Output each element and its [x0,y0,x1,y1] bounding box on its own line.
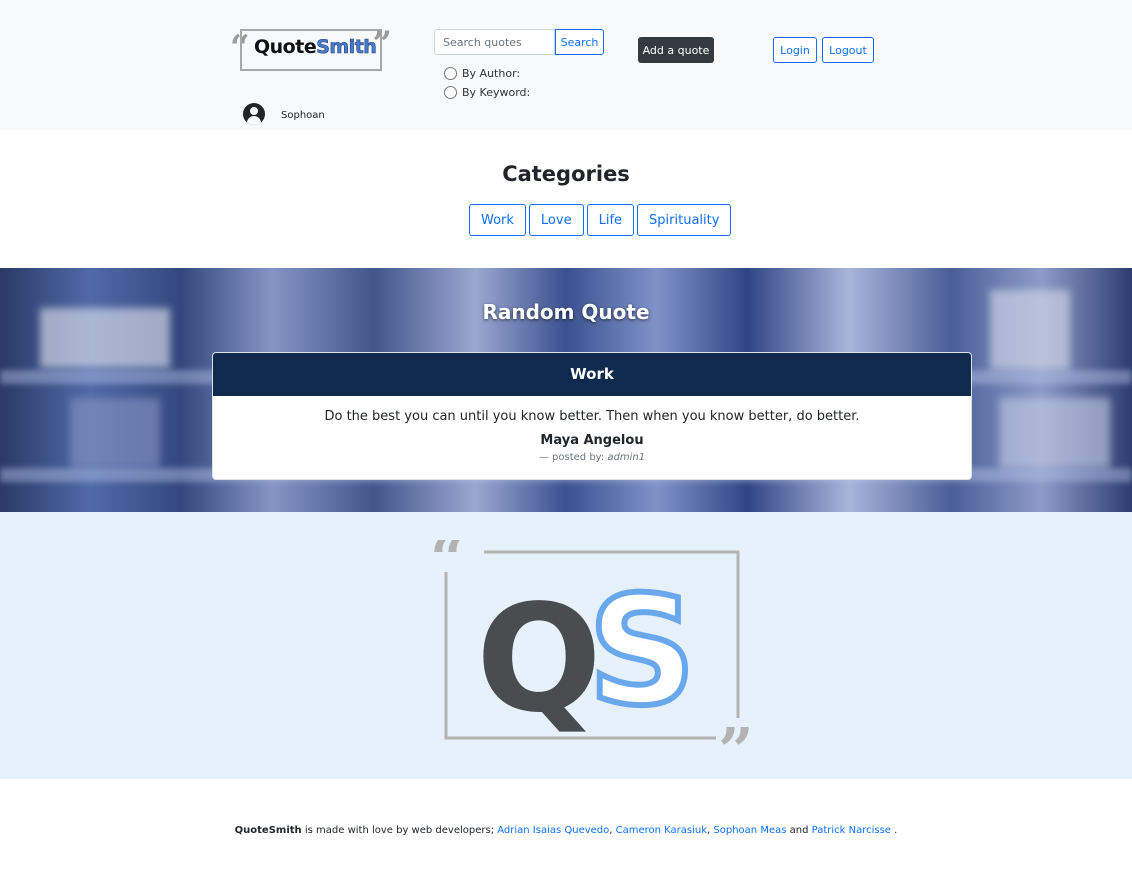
logo-wordmark: QuoteSmith [254,36,377,59]
close-quote-icon: ” [718,714,754,752]
login-button[interactable]: Login [773,37,817,63]
category-buttons: Work Love Life Spirituality [469,204,732,236]
quote-card: Work Do the best you can until you know … [212,352,972,480]
radio-by-keyword-label: By Keyword: [462,86,531,99]
qs-logo-graphic: “ ” Q S [430,540,754,752]
quote-author: Maya Angelou [540,433,644,448]
radio-circle-icon[interactable] [444,86,457,99]
radio-circle-icon[interactable] [444,67,457,80]
add-quote-button[interactable]: Add a quote [638,37,714,63]
radio-by-author-label: By Author: [462,67,521,80]
search-button[interactable]: Search [555,29,604,55]
logout-button[interactable]: Logout [822,37,874,63]
quote-posted-by: — posted by: admin1 [538,452,646,463]
close-quote-icon: ” [372,24,392,64]
open-quote-icon: “ [430,540,466,595]
user-avatar-icon[interactable] [243,103,265,125]
categories-title: Categories [502,162,630,186]
random-quote-title: Random Quote [482,300,650,324]
developer-link-cameron[interactable]: Cameron Karasiuk [616,825,707,836]
search-input[interactable] [434,29,555,55]
radio-by-author[interactable]: By Author: [444,67,520,80]
poster-name: admin1 [607,452,646,463]
category-love-button[interactable]: Love [528,204,584,236]
developer-link-sophoan[interactable]: Sophoan Meas [713,825,786,836]
category-spirituality-button[interactable]: Spirituality [637,204,732,236]
quote-category-header: Work [213,353,971,396]
category-life-button[interactable]: Life [586,204,635,236]
category-work-button[interactable]: Work [469,204,526,236]
radio-by-keyword[interactable]: By Keyword: [444,86,530,99]
developer-link-adrian[interactable]: Adrian Isaias Quevedo [497,825,609,836]
quotesmith-logo[interactable]: “ QuoteSmith ” [230,27,392,73]
logo-letter-s: S [588,565,696,739]
quote-text: Do the best you can until you know bette… [324,409,860,424]
site-header: “ QuoteSmith ” Search By Author: By Keyw… [0,0,1132,130]
footer: QuoteSmith is made with love by web deve… [234,825,898,836]
username: Sophoan [281,110,325,121]
logo-letter-q: Q [476,573,602,745]
footer-brand: QuoteSmith [234,825,302,836]
developer-link-patrick[interactable]: Patrick Narcisse [812,825,891,836]
